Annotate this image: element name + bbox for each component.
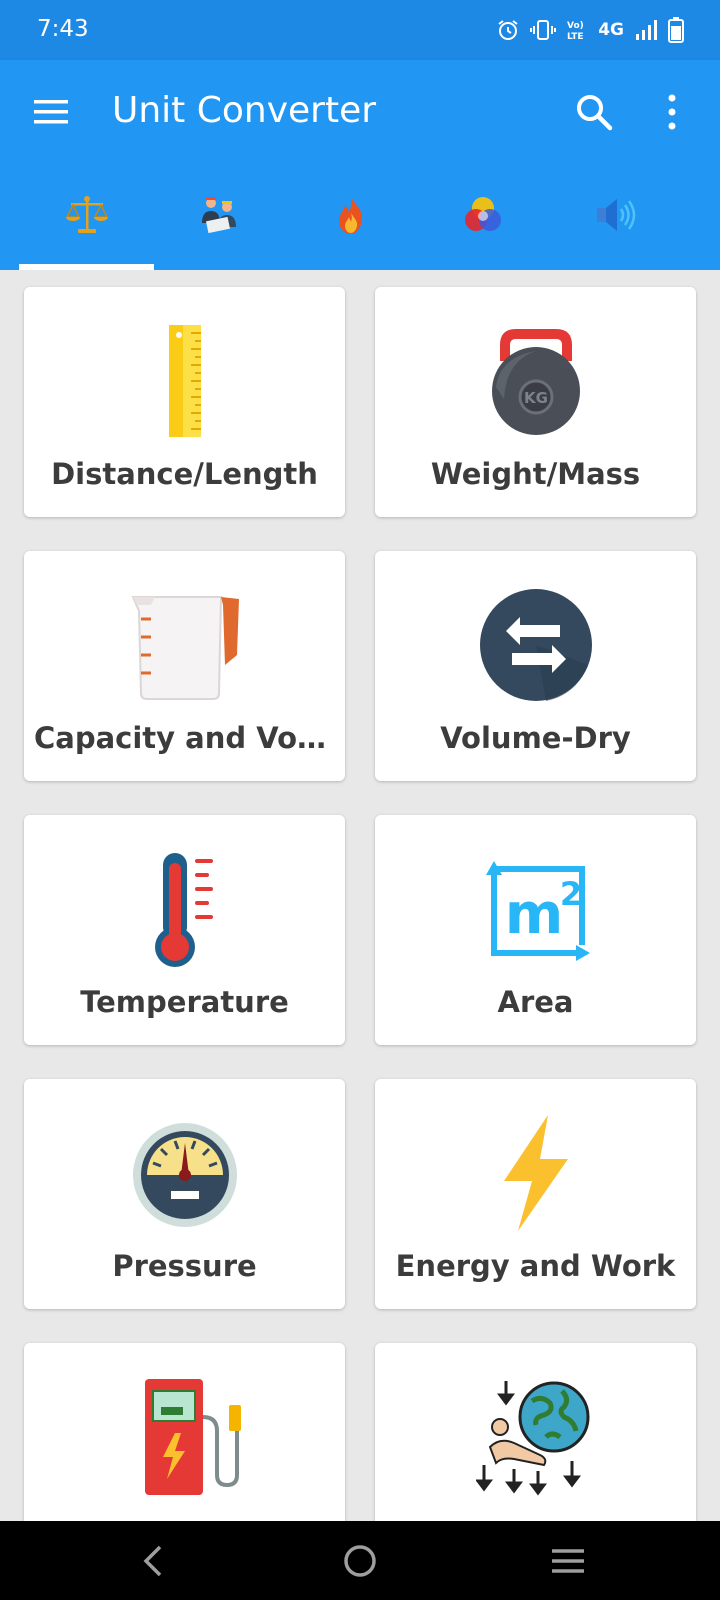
category-label: Energy and Work — [395, 1249, 676, 1283]
ruler-icon — [125, 321, 245, 441]
lightning-icon — [476, 1113, 596, 1233]
category-card-distance-length[interactable]: Distance/Length — [24, 287, 345, 517]
tab-colors[interactable] — [415, 164, 550, 270]
alarm-icon — [496, 18, 520, 42]
tab-sound[interactable] — [547, 164, 682, 270]
home-icon[interactable] — [330, 1535, 390, 1587]
gravity-globe-icon — [475, 1377, 596, 1497]
color-wheel-icon — [461, 193, 505, 242]
signal-icon — [634, 18, 658, 42]
hamburger-menu-icon[interactable] — [30, 92, 74, 132]
app-bar: Unit Converter — [0, 60, 720, 164]
category-card-weight-mass[interactable]: KG Weight/Mass — [375, 287, 696, 517]
status-icons: Vo) LTE 4G — [496, 14, 684, 46]
category-card-capacity-volume[interactable]: Capacity and Volu… — [24, 551, 345, 781]
category-card-area[interactable]: m 2 Area — [375, 815, 696, 1045]
category-label: Weight/Mass — [430, 457, 641, 491]
tab-scales[interactable] — [19, 164, 154, 270]
fire-icon — [329, 193, 373, 242]
category-card-pressure[interactable]: Pressure — [24, 1079, 345, 1309]
battery-icon — [668, 17, 684, 43]
vibrate-icon — [530, 18, 557, 42]
back-icon[interactable] — [124, 1535, 184, 1587]
system-nav-bar — [0, 1521, 720, 1600]
recents-icon[interactable] — [538, 1535, 598, 1587]
kettlebell-icon: KG — [476, 321, 596, 441]
network-type: 4G — [598, 20, 624, 40]
measuring-jug-icon — [125, 585, 245, 705]
status-bar: 7:43 Vo) LTE 4G — [0, 0, 720, 60]
category-label: Temperature — [80, 985, 289, 1019]
fuel-pump-icon — [125, 1377, 245, 1497]
svg-text:KG: KG — [524, 389, 548, 407]
scales-icon — [65, 193, 109, 242]
svg-text:m: m — [504, 882, 562, 947]
category-label: Volume-Dry — [440, 721, 631, 755]
tab-engineers[interactable] — [151, 164, 286, 270]
area-m2-icon: m 2 — [476, 849, 596, 969]
more-vert-icon[interactable] — [662, 92, 682, 132]
category-card-volume-dry[interactable]: Volume-Dry — [375, 551, 696, 781]
category-tabs — [0, 164, 720, 270]
thermometer-icon — [125, 849, 245, 969]
svg-text:LTE: LTE — [567, 32, 584, 42]
engineers-icon — [197, 193, 241, 242]
category-label: Pressure — [112, 1249, 257, 1283]
category-card-energy-work[interactable]: Energy and Work — [375, 1079, 696, 1309]
app-title: Unit Converter — [112, 90, 377, 131]
tab-fire[interactable] — [283, 164, 418, 270]
svg-text:Vo): Vo) — [567, 21, 584, 31]
category-label: Capacity and Volu… — [34, 721, 335, 755]
swap-arrows-icon — [476, 585, 596, 705]
tab-indicator — [19, 264, 154, 270]
category-card-temperature[interactable]: Temperature — [24, 815, 345, 1045]
speaker-icon — [593, 193, 637, 242]
status-time: 7:43 — [37, 16, 89, 42]
pressure-gauge-icon — [125, 1113, 245, 1233]
search-icon[interactable] — [572, 90, 616, 134]
category-label: Area — [497, 985, 574, 1019]
volte-icon: Vo) LTE — [566, 18, 588, 42]
category-label: Distance/Length — [51, 457, 318, 491]
svg-text:2: 2 — [559, 875, 581, 913]
